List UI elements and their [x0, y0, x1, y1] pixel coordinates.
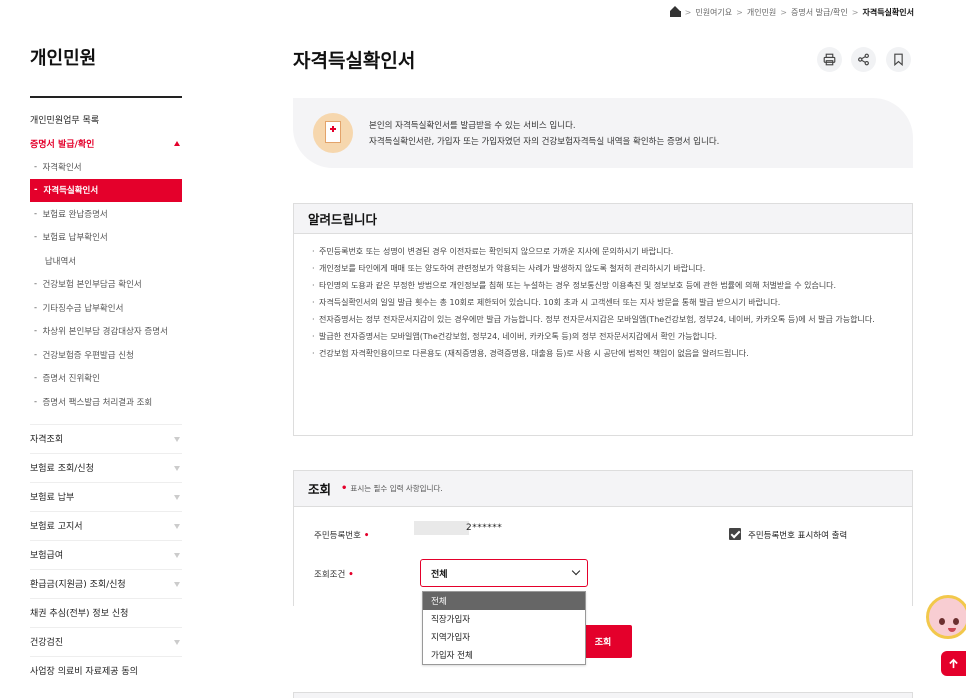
intro-line: 자격득실확인서란, 가입자 또는 가입자였던 자의 건강보험자격득실 내역을 확… [369, 137, 720, 147]
sidebar-item-premium-notice[interactable]: 보험료 고지서 [30, 510, 182, 540]
sidebar-menu: 개인민원업무 목록 증명서 발급/확인 - 자격확인서 - 자격득실확인서 - … [30, 108, 182, 685]
dropdown-option[interactable]: 지역가입자 [423, 628, 585, 646]
scroll-top-button[interactable] [941, 651, 966, 676]
required-dot-icon: • [341, 483, 348, 494]
rrn-value: 2****** [466, 523, 503, 533]
dropdown-option[interactable]: 전체 [423, 592, 585, 610]
sidebar-subitem[interactable]: - 건강보험 본인부담금 확인서 [30, 273, 182, 297]
dropdown-option[interactable]: 가입자 전체 [423, 646, 585, 664]
condition-label: 조회조건 • [314, 570, 354, 580]
notice-item: 타인명의 도용과 같은 부정한 방법으로 개인정보를 침해 또는 누설하는 경우… [312, 280, 896, 293]
sidebar-subitem[interactable]: - 증명서 진위확인 [30, 367, 182, 391]
notice-box: 알려드립니다 주민등록번호 또는 성명이 변경된 경우 이전자료는 확인되지 않… [293, 203, 913, 436]
notice-title: 알려드립니다 [294, 204, 912, 234]
notice-item: 전자증명서는 정부 전자문서지갑이 있는 경우에만 발급 가능합니다. 정부 전… [312, 314, 896, 327]
caret-up-icon [174, 140, 180, 146]
sidebar-item-overview[interactable]: 개인민원업무 목록 [30, 108, 182, 132]
print-icon [823, 53, 836, 66]
rrn-show-checkbox[interactable] [729, 528, 741, 540]
notice-item: 주민등록번호 또는 성명이 변경된 경우 이전자료는 확인되지 않으므로 가까운… [312, 246, 896, 259]
rrn-label: 주민등록번호 • [314, 531, 370, 541]
sidebar-item-benefits[interactable]: 보험급여 [30, 539, 182, 569]
sidebar-subitem[interactable]: - 보험료 완납증명서 [30, 202, 182, 226]
sidebar-item-medical-data-consent[interactable]: 사업장 의료비 자료제공 동의 [30, 655, 182, 685]
rrn-mask [414, 521, 469, 535]
print-button[interactable] [817, 47, 842, 72]
sidebar-divider [30, 96, 182, 98]
sidebar-subitem[interactable]: - 보험료 납부확인서 [30, 226, 182, 250]
rrn-show-label[interactable]: 주민등록번호 표시하여 출력 [748, 529, 847, 541]
sidebar-subitem-active[interactable]: - 자격득실확인서 [30, 178, 182, 202]
sidebar-title: 개인민원 [30, 48, 97, 69]
sidebar-item-refund[interactable]: 환급금(지원금) 조회/신청 [30, 568, 182, 598]
sidebar-subitem[interactable]: - 기타징수금 납부확인서 [30, 296, 182, 320]
breadcrumb-item[interactable]: 민원여기요 [695, 7, 732, 18]
breadcrumb-item[interactable]: 개인민원 [747, 7, 776, 18]
bookmark-button[interactable] [886, 47, 911, 72]
next-section [293, 692, 913, 698]
sidebar-item-debt-collection[interactable]: 채권 추심(전부) 정보 신청 [30, 597, 182, 627]
share-button[interactable] [851, 47, 876, 72]
page-title: 자격득실확인서 [293, 50, 416, 72]
arrow-up-icon [949, 658, 958, 669]
notice-item: 건강보험 자격확인용이므로 다른용도 (재직증명용, 경력증명용, 대출용 등)… [312, 348, 896, 361]
sidebar-item-premium-payment[interactable]: 보험료 납부 [30, 481, 182, 511]
required-note: • 표시는 필수 입력 사항입니다. [341, 483, 443, 494]
service-intro: 본인의 자격득실확인서를 발급받을 수 있는 서비스 입니다. 자격득실확인서란… [293, 98, 913, 168]
document-icon [313, 113, 353, 153]
mascot-icon[interactable] [922, 591, 966, 641]
sidebar-subitem[interactable]: 납내역서 [30, 249, 182, 273]
sidebar: 개인민원 개인민원업무 목록 증명서 발급/확인 - 자격확인서 - 자격득실확… [30, 0, 182, 698]
intro-line: 본인의 자격득실확인서를 발급받을 수 있는 서비스 입니다. [369, 121, 576, 131]
condition-select[interactable]: 전체 [420, 559, 588, 587]
sidebar-subitem[interactable]: - 건강보험증 우편발급 신청 [30, 343, 182, 367]
sidebar-subitem[interactable]: - 자격확인서 [30, 155, 182, 179]
sidebar-item-certificates[interactable]: 증명서 발급/확인 [30, 132, 182, 156]
notice-item: 자격득실확인서의 일일 발급 횟수는 총 10회로 제한되어 있습니다. 10회… [312, 297, 896, 310]
caret-down-icon [174, 523, 180, 529]
caret-down-icon [174, 552, 180, 558]
bookmark-icon [894, 53, 903, 66]
sidebar-item-premium-inquiry[interactable]: 보험료 조회/신청 [30, 452, 182, 482]
caret-down-icon [174, 581, 180, 587]
sidebar-item-eligibility[interactable]: 자격조회 [30, 423, 182, 453]
breadcrumb-current: 자격득실확인서 [862, 7, 914, 17]
caret-down-icon [174, 436, 180, 442]
sidebar-subitem[interactable]: - 차상위 본인부담 경감대상자 증명서 [30, 320, 182, 344]
caret-down-icon [174, 465, 180, 471]
notice-item: 개인정보를 타인에게 매매 또는 양도하여 관련정보가 악용되는 사례가 발생하… [312, 263, 896, 276]
chevron-down-icon [571, 566, 581, 576]
home-icon[interactable] [669, 6, 681, 17]
notice-item: 발급한 전자증명서는 모바일앱(The건강보험, 정부24, 네이버, 카카오톡… [312, 331, 896, 344]
dropdown-option[interactable]: 직장가입자 [423, 610, 585, 628]
query-title: 조회 [308, 482, 332, 497]
sidebar-subitem[interactable]: - 증명서 팩스발급 처리결과 조회 [30, 390, 182, 414]
breadcrumb: > 민원여기요 > 개인민원 > 증명서 발급/확인 > 자격득실확인서 [669, 6, 914, 18]
sidebar-item-health-checkup[interactable]: 건강검진 [30, 626, 182, 656]
breadcrumb-item[interactable]: 증명서 발급/확인 [791, 7, 848, 18]
caret-down-icon [174, 639, 180, 645]
share-icon [858, 53, 869, 66]
condition-dropdown: 전체 직장가입자 지역가입자 가입자 전체 [422, 591, 586, 665]
caret-down-icon [174, 494, 180, 500]
